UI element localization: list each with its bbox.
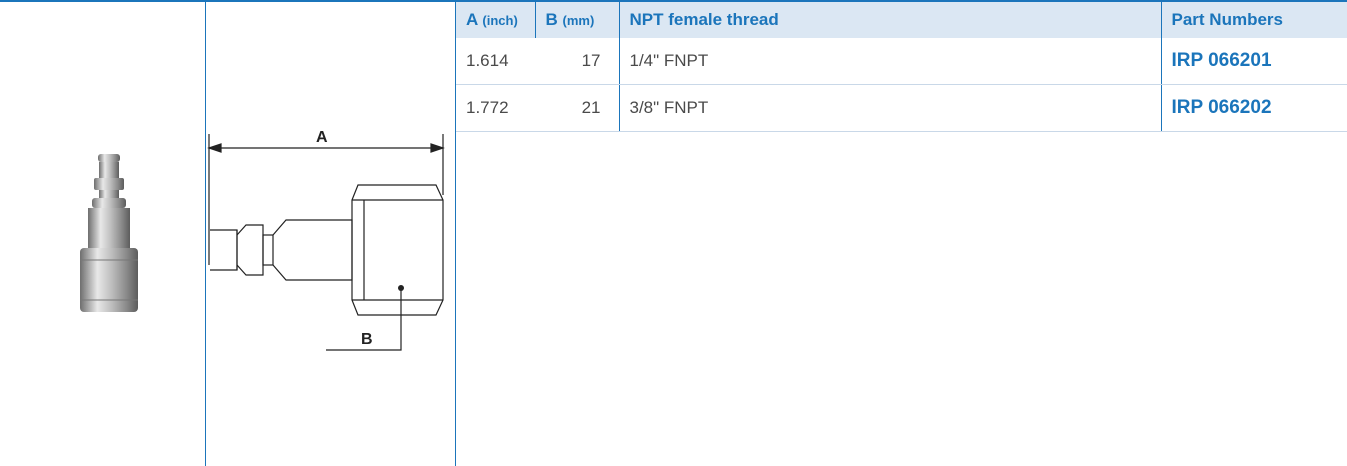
dimension-a-label: A [316,129,328,146]
header-b: B (mm) [534,2,619,38]
cell-b: 21 [535,84,619,132]
part-number-link[interactable]: IRP 066201 [1160,38,1347,85]
header-part: Part Numbers [1160,2,1347,38]
product-photo [80,154,138,312]
spec-table: A (inch) B (mm) NPT female thread Part N… [456,2,1347,132]
table-row: 1.614 17 1/4" FNPT IRP 066201 [456,38,1347,85]
header-row: A (inch) B (mm) NPT female thread Part N… [456,2,1347,38]
part-number-link[interactable]: IRP 066202 [1160,84,1347,132]
cell-b: 17 [535,38,619,85]
header-a-label: A [466,10,478,29]
header-thread: NPT female thread [618,2,1161,38]
table-row: 1.772 21 3/8" FNPT IRP 066202 [456,84,1347,132]
header-b-unit: (mm) [562,13,595,28]
header-b-label: B [545,10,558,29]
technical-drawing: A B [207,129,445,351]
cell-thread: 1/4" FNPT [618,38,1161,85]
cell-a: 1.772 [456,84,535,132]
header-a: A (inch) [456,2,535,38]
dimension-b-label: B [361,331,373,348]
header-a-unit: (inch) [482,13,518,28]
cell-a: 1.614 [456,38,535,85]
cell-thread: 3/8" FNPT [618,84,1161,132]
